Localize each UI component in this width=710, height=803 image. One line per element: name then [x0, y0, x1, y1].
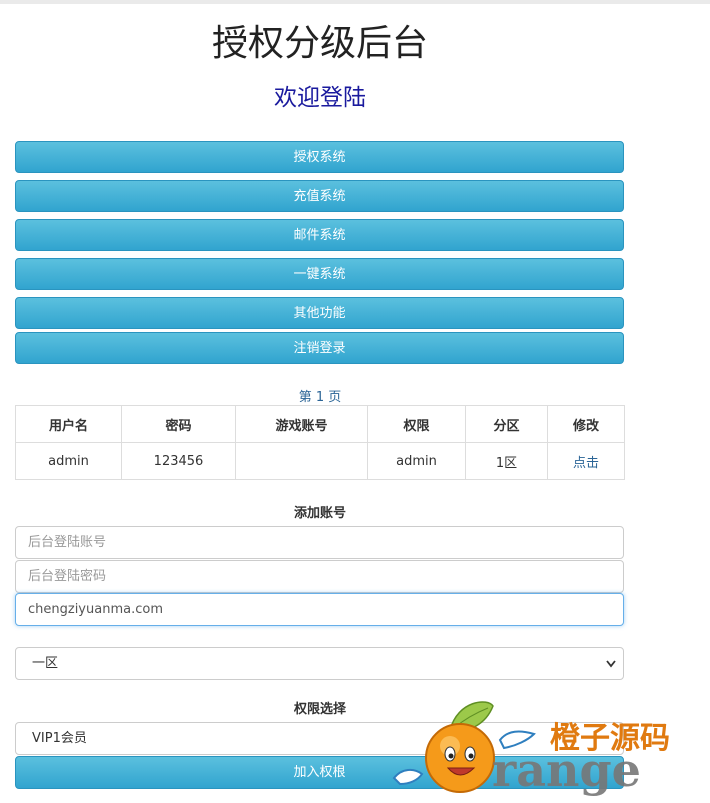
column-header-password: 密码 [121, 405, 236, 443]
menu-button-recharge-system[interactable]: 充值系统 [15, 180, 624, 212]
column-header-permission: 权限 [367, 405, 466, 443]
chevron-down-icon [605, 648, 617, 691]
page-subtitle: 欢迎登陆 [274, 85, 366, 111]
top-border [0, 0, 710, 4]
column-header-zone: 分区 [465, 405, 548, 443]
zone-select[interactable]: 一区 [15, 647, 624, 680]
menu-button-logout[interactable]: 注销登录 [15, 332, 624, 364]
username-input[interactable] [15, 526, 624, 559]
table-header-row: 用户名 密码 游戏账号 权限 分区 修改 [15, 405, 625, 443]
cell-password: 123456 [121, 442, 236, 480]
cell-permission: admin [367, 442, 466, 480]
accounts-table: 用户名 密码 游戏账号 权限 分区 修改 admin 123456 admin … [15, 405, 625, 480]
page-title: 授权分级后台 [211, 23, 428, 64]
menu-button-onekey-system[interactable]: 一键系统 [15, 258, 624, 290]
cell-username: admin [15, 442, 122, 480]
menu-button-auth-system[interactable]: 授权系统 [15, 141, 624, 173]
table-row: admin 123456 admin 1区 点击 [15, 442, 625, 480]
edit-link[interactable]: 点击 [547, 442, 625, 480]
orange-logo-watermark: 橙子源码 range [388, 690, 710, 799]
game-account-input[interactable] [15, 593, 624, 626]
permission-select-value: VIP1会员 [32, 731, 87, 746]
add-account-heading: 添加账号 [293, 506, 346, 521]
watermark-text-en: range [492, 743, 641, 797]
menu-button-mail-system[interactable]: 邮件系统 [15, 219, 624, 251]
page-indicator[interactable]: 第 1 页 [0, 386, 640, 405]
cell-zone: 1区 [465, 442, 548, 480]
column-header-username: 用户名 [15, 405, 122, 443]
password-input[interactable] [15, 560, 624, 593]
menu-button-other-functions[interactable]: 其他功能 [15, 297, 624, 329]
column-header-edit: 修改 [547, 405, 625, 443]
cell-game-account [235, 442, 368, 480]
zone-select-value: 一区 [32, 656, 59, 671]
column-header-game-account: 游戏账号 [235, 405, 368, 443]
